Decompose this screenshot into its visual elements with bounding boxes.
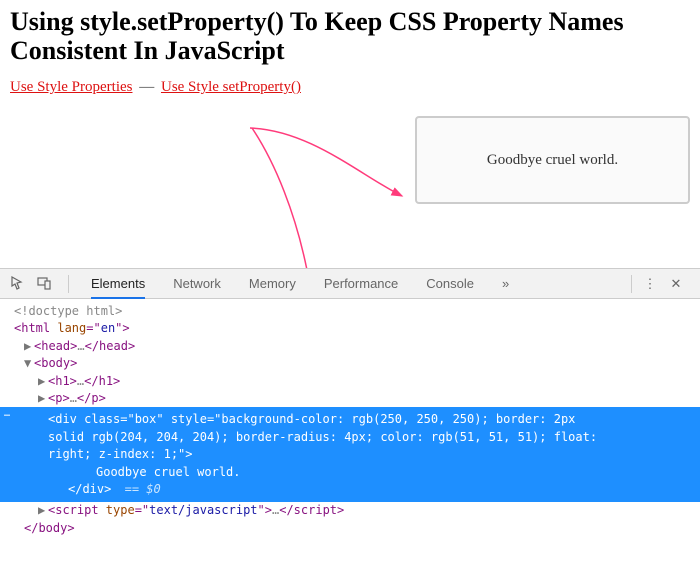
selected-line-3: right; z-index: 1;"> — [48, 446, 692, 463]
disclosure-triangle-icon[interactable]: ▼ — [24, 355, 34, 372]
dom-body-close: </body> — [24, 521, 75, 535]
tab-performance[interactable]: Performance — [324, 269, 398, 299]
inspect-icon[interactable] — [8, 274, 28, 294]
disclosure-triangle-icon[interactable]: ▶ — [38, 390, 48, 407]
selected-inner-text: Goodbye cruel world. — [48, 464, 692, 481]
disclosure-triangle-icon[interactable]: ▶ — [38, 502, 48, 519]
disclosure-triangle-icon[interactable]: ▶ — [38, 373, 48, 390]
devtools-tabbar: Elements Network Memory Performance Cons… — [0, 269, 700, 299]
tab-network[interactable]: Network — [173, 269, 221, 299]
close-icon[interactable]: ✕ — [666, 274, 686, 294]
link-row: Use Style Properties — Use Style setProp… — [10, 79, 690, 96]
tabs-overflow-icon[interactable]: » — [502, 269, 509, 299]
tab-separator — [68, 275, 69, 293]
link-separator: — — [139, 79, 154, 95]
demo-box: Goodbye cruel world. — [415, 116, 690, 204]
selected-line-2: solid rgb(204, 204, 204); border-radius:… — [48, 429, 692, 446]
tab-elements[interactable]: Elements — [91, 269, 145, 299]
demo-box-text: Goodbye cruel world. — [487, 152, 618, 169]
selected-line-1: <div class="box" style="background-color… — [48, 411, 692, 428]
page-title: Using style.setProperty() To Keep CSS Pr… — [10, 8, 690, 65]
dom-selected-node[interactable]: … <div class="box" style="background-col… — [0, 407, 700, 502]
selection-badge: … — [0, 407, 14, 425]
kebab-menu-icon[interactable]: ⋮ — [640, 274, 660, 294]
tab-memory[interactable]: Memory — [249, 269, 296, 299]
device-toggle-icon[interactable] — [34, 274, 54, 294]
link-use-style-setproperty[interactable]: Use Style setProperty() — [161, 79, 301, 95]
link-use-style-properties[interactable]: Use Style Properties — [10, 79, 132, 95]
dom-doctype: <!doctype html> — [14, 304, 122, 318]
dollar-zero-hint: == $0 — [125, 482, 161, 496]
dom-tree[interactable]: <!doctype html> <html lang="en"> ▶<head>… — [0, 299, 700, 537]
disclosure-triangle-icon[interactable]: ▶ — [24, 338, 34, 355]
selected-close-tag: </div> — [68, 482, 111, 496]
tab-separator — [631, 275, 632, 293]
tab-console[interactable]: Console — [426, 269, 474, 299]
dom-html-open: <html lang="en"> — [14, 321, 130, 335]
devtools-panel: Elements Network Memory Performance Cons… — [0, 268, 700, 565]
